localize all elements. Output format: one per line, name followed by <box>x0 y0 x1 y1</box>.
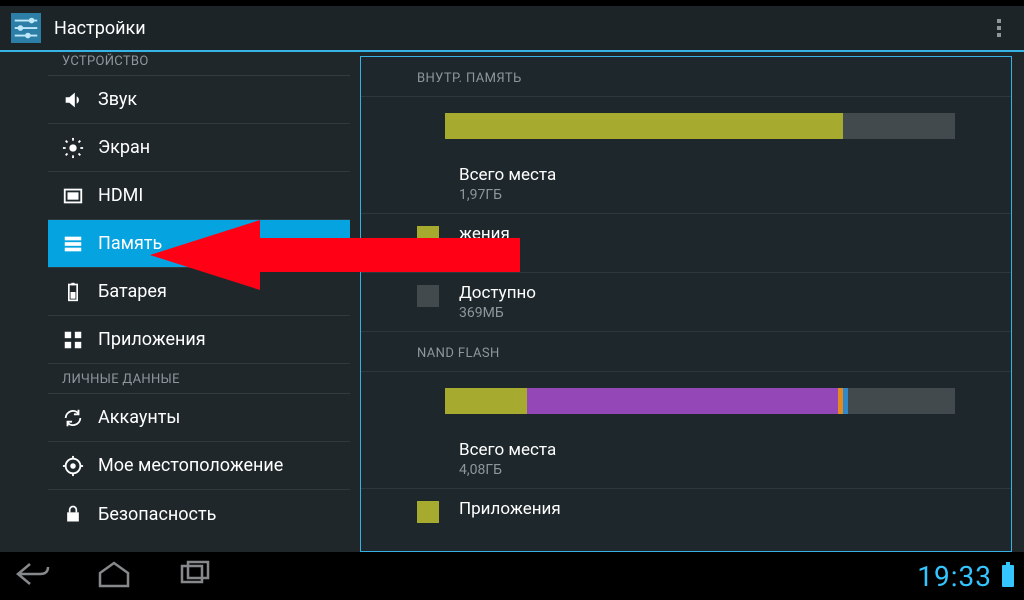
sidebar-item-apps[interactable]: Приложения <box>48 316 350 364</box>
internal-usage-bar <box>445 113 955 139</box>
system-nav-bar: 19:33 <box>0 552 1024 600</box>
row-value: 1,97ГБ <box>459 187 556 203</box>
sidebar-item-label: Приложения <box>98 329 206 350</box>
section-header-nand: NAND FLASH <box>361 332 1011 372</box>
nand-usage-bar <box>445 388 955 414</box>
row-nand-apps[interactable]: Приложения <box>361 489 1011 533</box>
battery-status-icon <box>1002 565 1014 587</box>
row-value: 369МБ <box>459 305 536 321</box>
action-bar: Настройки <box>0 6 1024 52</box>
storage-icon <box>62 233 84 255</box>
sidebar-item-label: Аккаунты <box>98 407 180 428</box>
location-icon <box>62 455 84 477</box>
sidebar-item-security[interactable]: Безопасность <box>48 490 350 538</box>
action-bar-title: Настройки <box>54 18 984 39</box>
sync-icon <box>62 407 84 429</box>
sidebar-item-label: HDMI <box>98 185 143 206</box>
recents-button[interactable] <box>178 560 214 592</box>
section-header-internal: ВНУТР. ПАМЯТЬ <box>361 57 1011 97</box>
back-button[interactable] <box>16 560 50 592</box>
annotation-arrow <box>150 220 520 290</box>
sidebar-item-hdmi[interactable]: HDMI <box>48 172 350 220</box>
sidebar-item-accounts[interactable]: Аккаунты <box>48 394 350 442</box>
sidebar-item-label: Экран <box>98 137 150 158</box>
settings-sidebar: УСТРОЙСТВО Звук Экран HDMI <box>0 52 360 552</box>
settings-sliders-icon <box>10 12 42 44</box>
sidebar-item-label: Мое местоположение <box>98 455 283 476</box>
row-nand-total[interactable]: Всего места 4,08ГБ <box>361 430 1011 489</box>
sidebar-item-display[interactable]: Экран <box>48 124 350 172</box>
lock-icon <box>62 503 84 525</box>
sound-icon <box>62 89 84 111</box>
overflow-menu-icon[interactable] <box>984 13 1014 43</box>
row-title: Всего места <box>459 440 556 460</box>
row-title: Всего места <box>459 165 556 185</box>
sidebar-header-device: УСТРОЙСТВО <box>48 52 350 76</box>
sidebar-header-personal: ЛИЧНЫЕ ДАННЫЕ <box>48 364 350 394</box>
hdmi-icon <box>62 185 84 207</box>
sidebar-item-label: Безопасность <box>98 504 216 525</box>
brightness-icon <box>62 137 84 159</box>
row-internal-total[interactable]: Всего места 1,97ГБ <box>361 155 1011 214</box>
sidebar-item-label: Звук <box>98 89 137 110</box>
apps-icon <box>62 329 84 351</box>
row-value: 4,08ГБ <box>459 462 556 478</box>
sidebar-item-sound[interactable]: Звук <box>48 76 350 124</box>
row-title: Приложения <box>459 499 561 519</box>
storage-detail-panel[interactable]: ВНУТР. ПАМЯТЬ Всего места 1,97ГБ <box>360 56 1012 552</box>
home-button[interactable] <box>96 560 132 592</box>
clock: 19:33 <box>917 560 992 593</box>
color-swatch <box>417 501 439 523</box>
battery-icon <box>62 281 84 303</box>
sidebar-item-location[interactable]: Мое местоположение <box>48 442 350 490</box>
